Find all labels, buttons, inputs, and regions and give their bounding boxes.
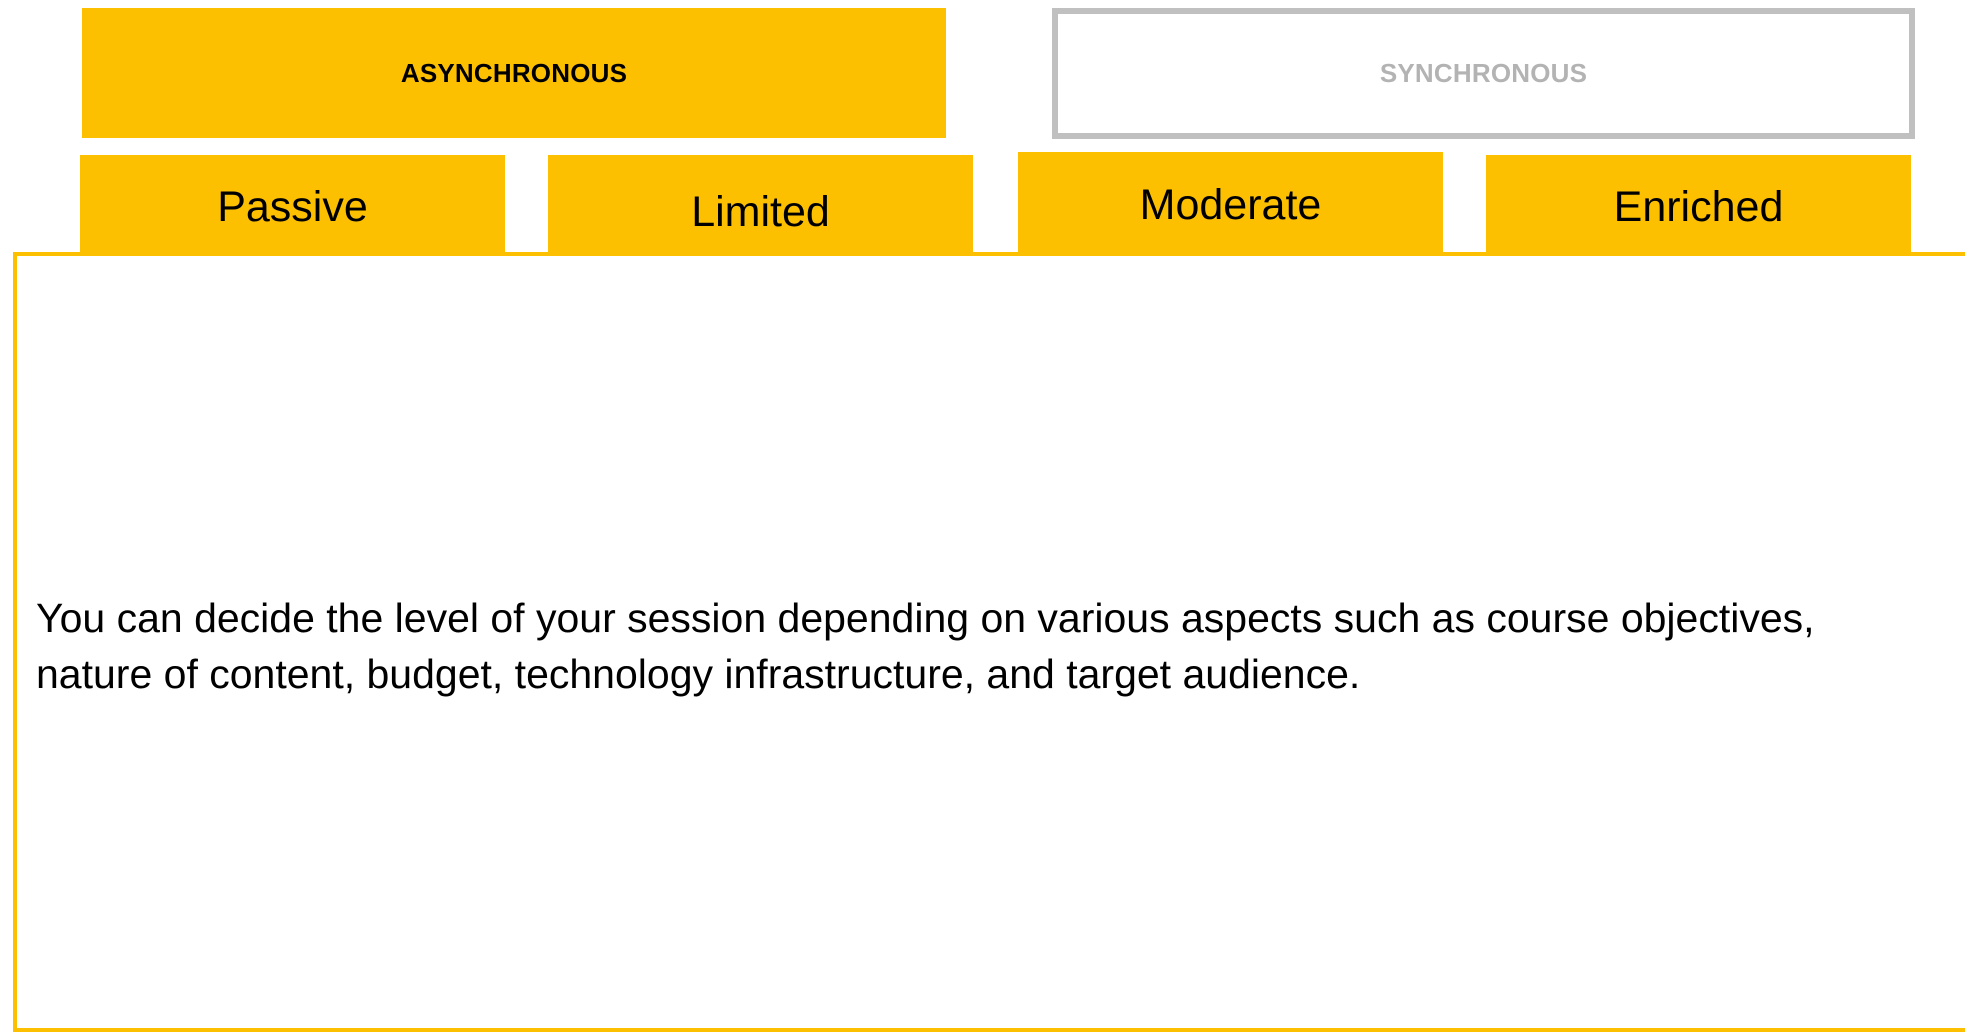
tab-limited[interactable]: Limited	[548, 155, 973, 263]
tab-passive[interactable]: Passive	[80, 155, 505, 263]
tab-synchronous-label: SYNCHRONOUS	[1379, 58, 1588, 88]
tab-limited-label: Limited	[691, 187, 830, 236]
tab-moderate-label: Moderate	[1139, 181, 1322, 229]
tab-asynchronous-label: ASYNCHRONOUS	[400, 57, 628, 88]
tab-passive-label: Passive	[217, 182, 368, 231]
tab-enriched-label: Enriched	[1613, 182, 1784, 231]
tab-enriched[interactable]: Enriched	[1486, 155, 1911, 263]
tab-asynchronous[interactable]: ASYNCHRONOUS	[82, 8, 946, 138]
tab-synchronous[interactable]: SYNCHRONOUS	[1052, 8, 1915, 139]
content-description: You can decide the level of your session…	[36, 595, 1815, 697]
tab-moderate[interactable]: Moderate	[1018, 152, 1443, 263]
